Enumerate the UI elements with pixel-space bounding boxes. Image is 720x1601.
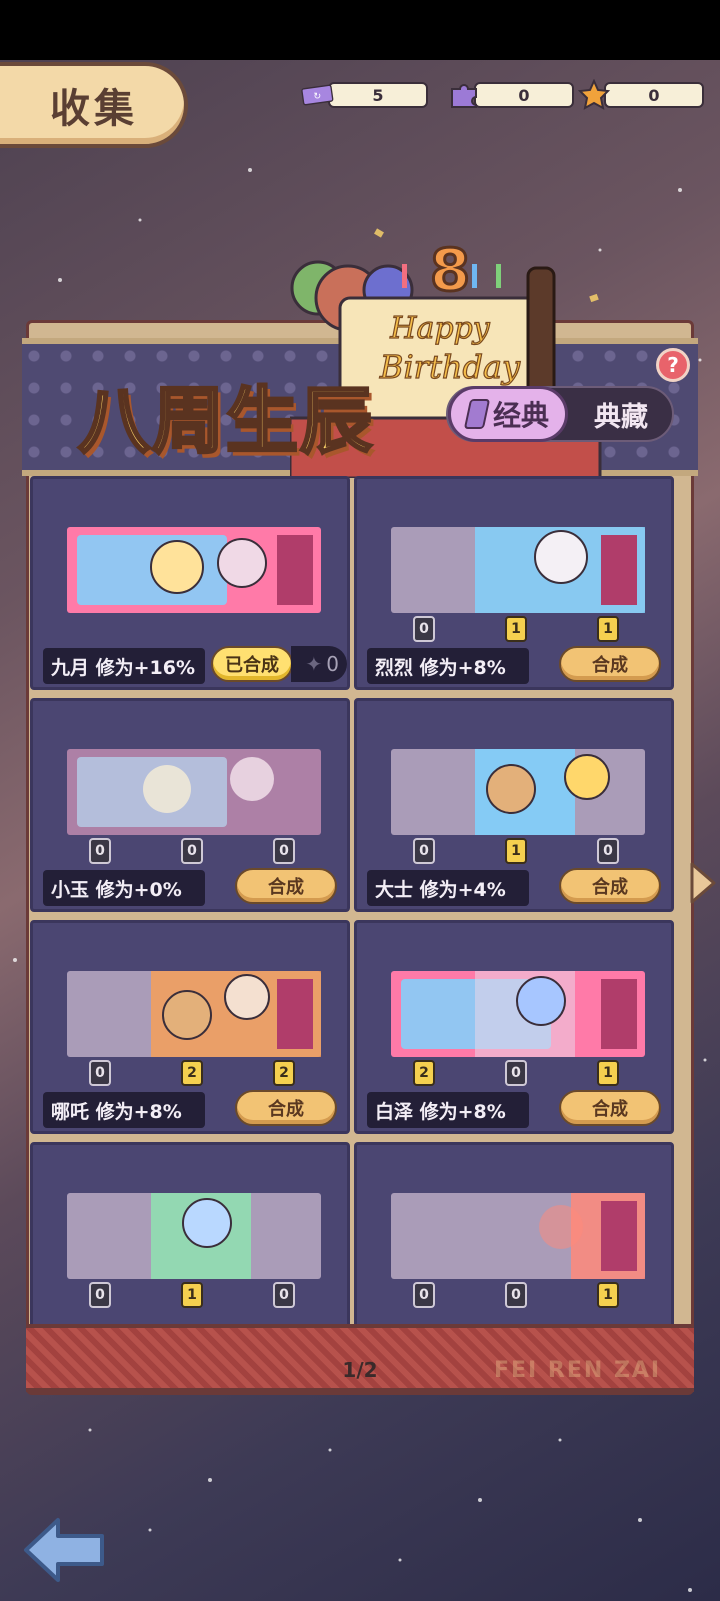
card-grid: 九月 修为+16% 已合成 ✦ 0 0 1 1 烈烈 修为+8% 合成 0 0 0…: [30, 476, 690, 1328]
card-art: [67, 749, 321, 835]
piece-count-1: 0: [89, 1060, 111, 1086]
puzzle-icon: [446, 78, 482, 112]
status-bar: [0, 0, 720, 60]
card-row4-left[interactable]: 0 1 0: [30, 1142, 350, 1328]
watermark: FEI REN ZAI: [494, 1358, 662, 1383]
ticket-icon: ↻: [300, 78, 336, 112]
piece-count-2: 1: [181, 1282, 203, 1308]
synthesize-button[interactable]: 合成: [559, 1090, 661, 1126]
cake-text-happy: Happy: [389, 311, 490, 346]
card-row4-right[interactable]: 0 0 1: [354, 1142, 674, 1328]
card-lielie[interactable]: 0 1 1 烈烈 修为+8% 合成: [354, 476, 674, 690]
card-xiaoyu[interactable]: 0 0 0 小玉 修为+0% 合成: [30, 698, 350, 912]
card-dashi[interactable]: 0 1 0 大士 修为+4% 合成: [354, 698, 674, 912]
piece-count-3: 0: [597, 838, 619, 864]
ticket-count: 5: [328, 82, 428, 108]
card-art: [391, 971, 645, 1057]
piece-count-1: 0: [89, 838, 111, 864]
card-art: [391, 527, 645, 613]
piece-count-1: 0: [413, 616, 435, 642]
card-baize[interactable]: 2 0 1 白泽 修为+8% 合成: [354, 920, 674, 1134]
piece-count-3: 1: [597, 1282, 619, 1308]
tab-classic-label: 经典: [492, 399, 549, 432]
puzzle-counter[interactable]: 0: [446, 80, 574, 110]
card-art: [67, 527, 321, 613]
tab-classic[interactable]: 经典: [448, 386, 568, 442]
puzzle-piece-value: 0: [326, 652, 339, 676]
card-art: [391, 1193, 645, 1279]
card-nezha[interactable]: 0 2 2 哪吒 修为+8% 合成: [30, 920, 350, 1134]
synthesize-button[interactable]: 合成: [559, 868, 661, 904]
ticket-counter[interactable]: ↻ 5: [300, 80, 428, 110]
star-count: 0: [604, 82, 704, 108]
piece-count-3: 0: [273, 1282, 295, 1308]
character-name: 烈烈 修为+8%: [367, 648, 529, 684]
piece-count-3: 2: [273, 1060, 295, 1086]
card-art: [391, 749, 645, 835]
character-name: 大士 修为+4%: [367, 870, 529, 906]
back-arrow-icon[interactable]: [22, 1514, 108, 1586]
svg-text:↻: ↻: [313, 91, 321, 102]
cake-text-birthday: Birthday: [379, 348, 521, 386]
synthesize-button[interactable]: 合成: [235, 868, 337, 904]
page-title-tab: 收集: [0, 62, 188, 148]
cake-number: 8: [430, 236, 470, 304]
star-counter[interactable]: 0: [576, 78, 704, 112]
piece-count-1: 0: [413, 1282, 435, 1308]
piece-count-3: 1: [597, 1060, 619, 1086]
piece-count-2: 0: [181, 838, 203, 864]
character-name: 哪吒 修为+8%: [43, 1092, 205, 1128]
puzzle-icon: ✦: [305, 652, 323, 676]
star-icon: [576, 78, 612, 112]
page-title: 收集: [50, 86, 138, 132]
piece-count-1: 0: [413, 838, 435, 864]
card-icon: [463, 399, 491, 429]
page-indicator: 1/2: [342, 1358, 378, 1382]
help-button[interactable]: ?: [656, 348, 690, 382]
character-name: 九月 修为+16%: [43, 648, 205, 684]
piece-count-2: 0: [505, 1060, 527, 1086]
character-name: 白泽 修为+8%: [367, 1092, 529, 1128]
tab-collection[interactable]: 典藏: [568, 388, 674, 440]
piece-count-2: 1: [505, 616, 527, 642]
next-page-arrow-icon[interactable]: [688, 860, 718, 906]
piece-count-3: 1: [597, 616, 619, 642]
synthesized-badge: 已合成: [211, 646, 293, 682]
piece-count-2: 2: [181, 1060, 203, 1086]
card-art: [67, 1193, 321, 1279]
card-jiuyue[interactable]: 九月 修为+16% 已合成 ✦ 0: [30, 476, 350, 690]
synthesize-button[interactable]: 合成: [559, 646, 661, 682]
collection-tabs: 经典 典藏: [446, 386, 674, 442]
character-name: 小玉 修为+0%: [43, 870, 205, 906]
puzzle-count: 0: [474, 82, 574, 108]
piece-count-3: 0: [273, 838, 295, 864]
event-title: 八周生辰: [76, 378, 375, 465]
puzzle-piece-count: ✦ 0: [291, 646, 347, 682]
piece-count-2: 0: [505, 1282, 527, 1308]
piece-count-1: 0: [89, 1282, 111, 1308]
piece-count-1: 2: [413, 1060, 435, 1086]
synthesize-button[interactable]: 合成: [235, 1090, 337, 1126]
card-art: [67, 971, 321, 1057]
piece-count-2: 1: [505, 838, 527, 864]
